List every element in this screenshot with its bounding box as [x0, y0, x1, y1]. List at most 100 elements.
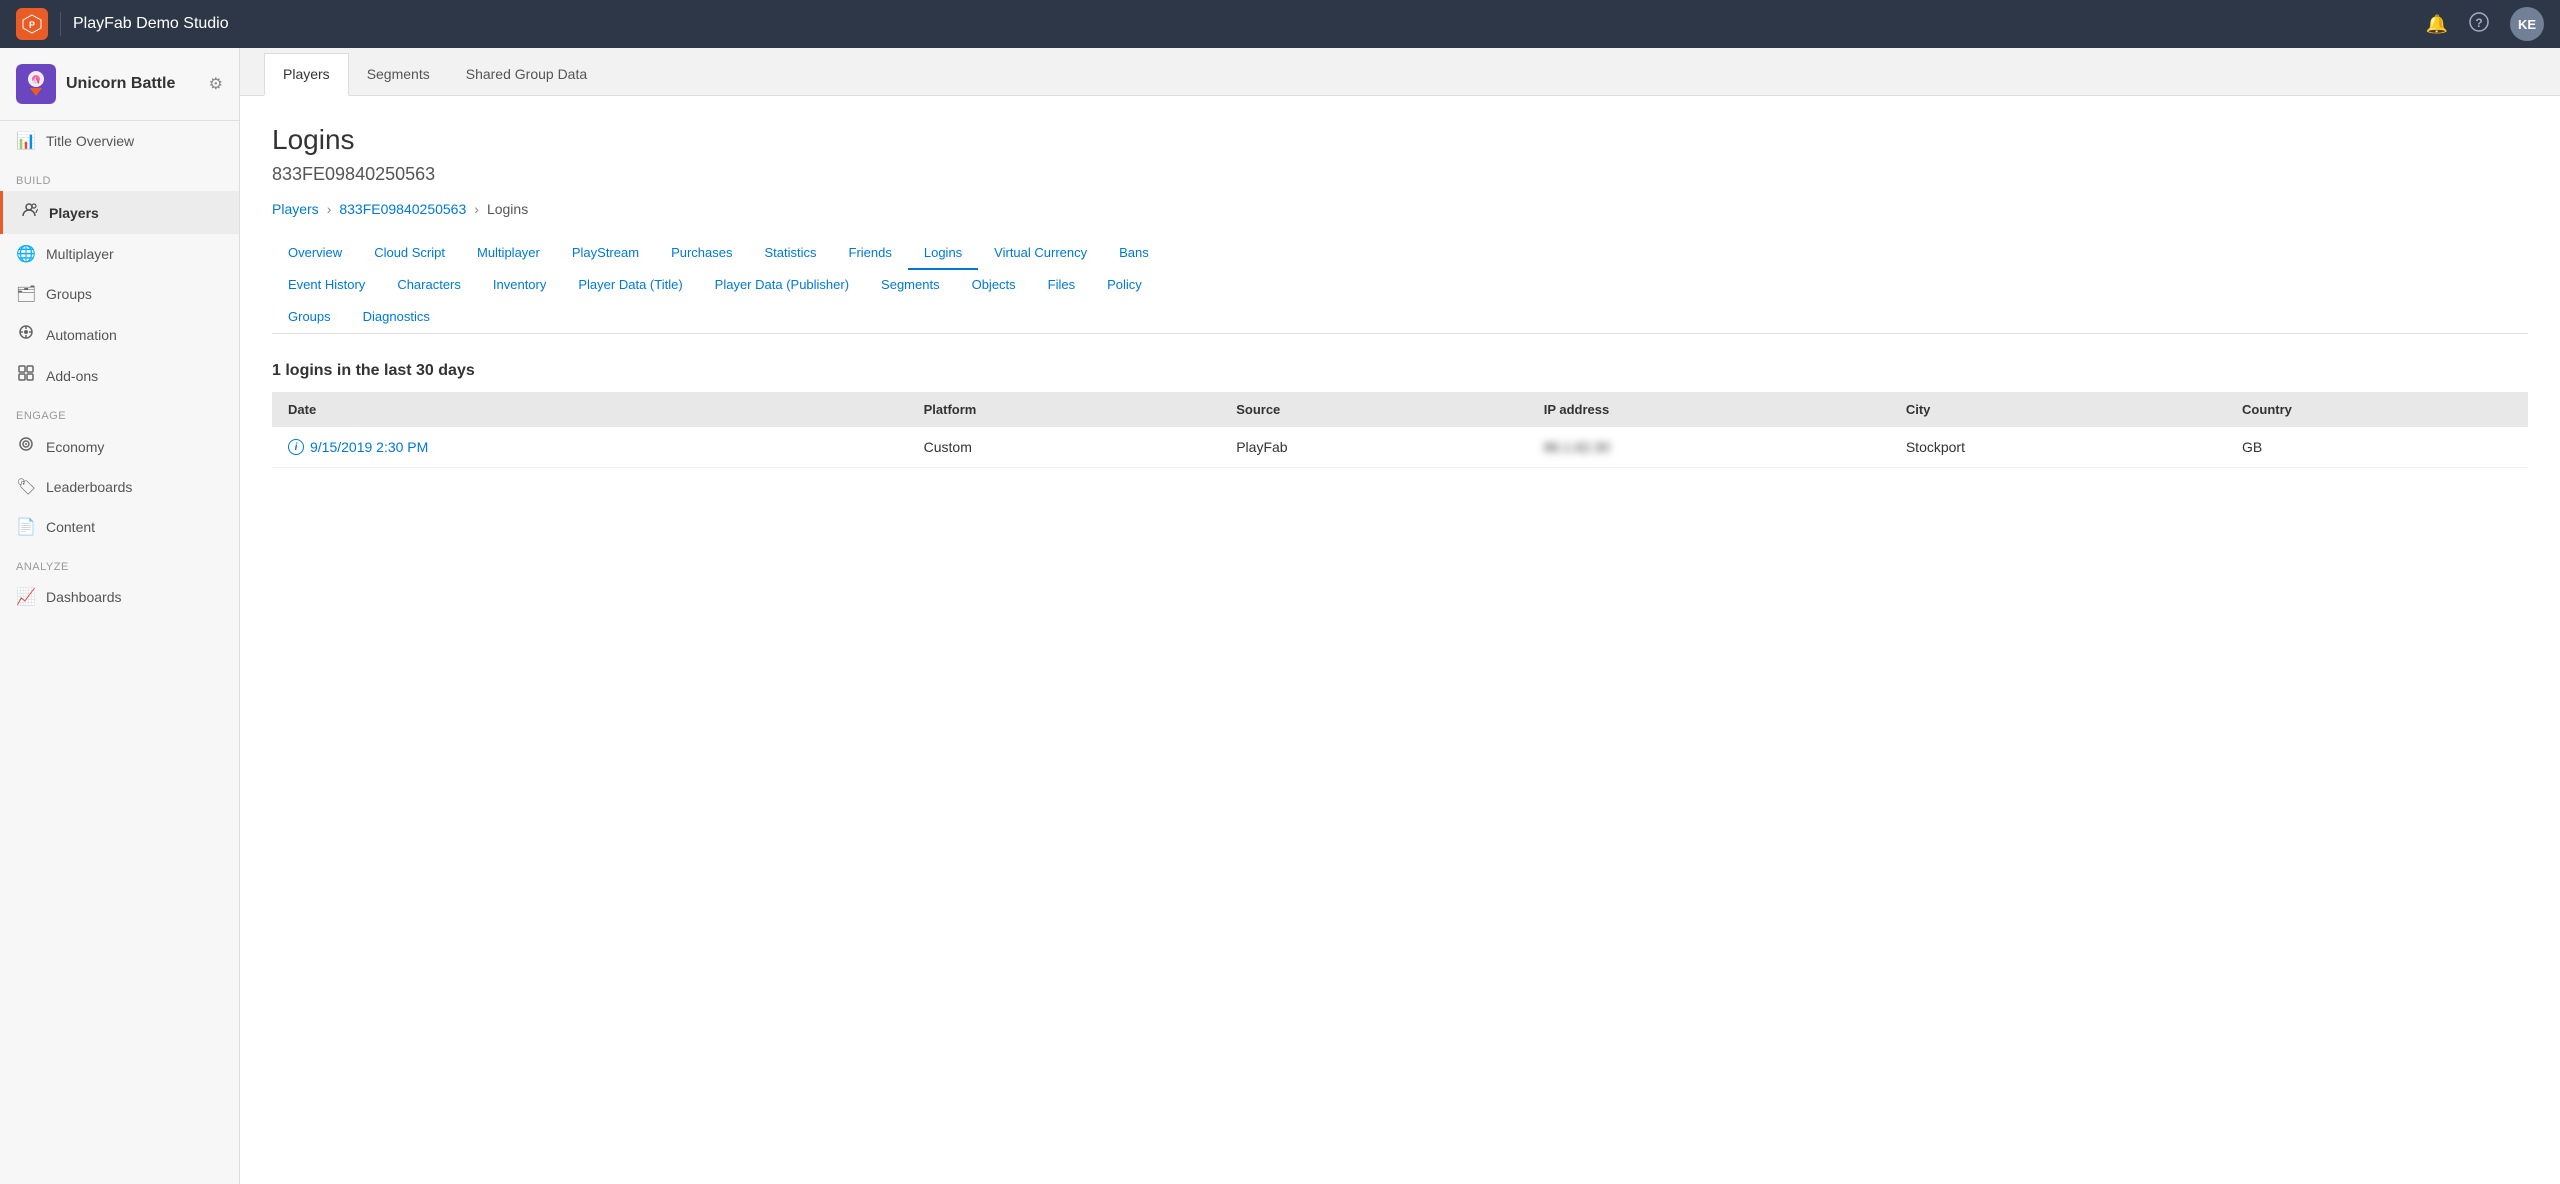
- main-content: Players Segments Shared Group Data Login…: [240, 48, 2560, 1184]
- sidebar-item-economy[interactable]: Economy: [0, 426, 239, 467]
- game-title: Unicorn Battle: [66, 75, 175, 93]
- breadcrumb-players[interactable]: Players: [272, 201, 319, 217]
- breadcrumb-current: Logins: [487, 201, 528, 217]
- ip-address: 86.1.62.30: [1544, 439, 1610, 455]
- help-icon[interactable]: ?: [2468, 11, 2490, 38]
- sidebar-item-dashboards[interactable]: 📈 Dashboards: [0, 577, 239, 617]
- automation-icon: [16, 324, 36, 345]
- col-ip: IP address: [1528, 392, 1890, 427]
- main-tabs-bar: Players Segments Shared Group Data: [240, 48, 2560, 96]
- sub-nav-characters[interactable]: Characters: [381, 269, 477, 302]
- cell-source: PlayFab: [1220, 427, 1528, 468]
- sidebar-item-players[interactable]: Players: [0, 191, 239, 234]
- sub-nav-event-history[interactable]: Event History: [272, 269, 381, 302]
- sub-nav-statistics[interactable]: Statistics: [748, 237, 832, 270]
- sub-nav-bans[interactable]: Bans: [1103, 237, 1165, 270]
- logins-table: Date Platform Source IP address City Cou…: [272, 392, 2528, 468]
- date-link[interactable]: i 9/15/2019 2:30 PM: [288, 439, 892, 455]
- logins-section: 1 logins in the last 30 days Date Platfo…: [272, 362, 2528, 468]
- sub-nav-purchases[interactable]: Purchases: [655, 237, 748, 270]
- col-country: Country: [2226, 392, 2528, 427]
- tab-shared-group-data[interactable]: Shared Group Data: [448, 54, 605, 96]
- sidebar-item-addons[interactable]: Add-ons: [0, 355, 239, 396]
- economy-icon: [16, 436, 36, 457]
- game-icon: 🦄: [16, 64, 56, 104]
- sidebar-item-content[interactable]: 📄 Content: [0, 507, 239, 547]
- section-analyze: ANALYZE: [0, 547, 239, 577]
- info-icon: i: [288, 439, 304, 455]
- leaderboards-icon: 🏷: [16, 477, 36, 497]
- players-icon: [19, 201, 39, 224]
- user-avatar[interactable]: KE: [2510, 7, 2544, 41]
- sub-nav-row-3: Groups Diagnostics: [272, 301, 2528, 333]
- sidebar: 🦄 Unicorn Battle ⚙ 📊 Title Overview BUIL…: [0, 48, 240, 1184]
- settings-icon[interactable]: ⚙: [209, 74, 223, 94]
- sidebar-item-automation[interactable]: Automation: [0, 314, 239, 355]
- section-build: BUILD: [0, 161, 239, 191]
- sub-nav-row-1: Overview Cloud Script Multiplayer PlaySt…: [272, 237, 2528, 269]
- sub-nav-diagnostics[interactable]: Diagnostics: [347, 301, 446, 334]
- sub-nav-policy[interactable]: Policy: [1091, 269, 1158, 302]
- sub-nav-files[interactable]: Files: [1032, 269, 1091, 302]
- logins-summary: 1 logins in the last 30 days: [272, 362, 2528, 380]
- col-date: Date: [272, 392, 908, 427]
- sidebar-brand: 🦄 Unicorn Battle ⚙: [0, 48, 239, 121]
- sub-nav: Overview Cloud Script Multiplayer PlaySt…: [272, 237, 2528, 334]
- tab-segments[interactable]: Segments: [349, 54, 448, 96]
- sidebar-item-title-overview[interactable]: 📊 Title Overview: [0, 121, 239, 161]
- sub-nav-playstream[interactable]: PlayStream: [556, 237, 655, 270]
- cell-country: GB: [2226, 427, 2528, 468]
- sub-nav-overview[interactable]: Overview: [272, 237, 358, 270]
- nav-divider: [60, 12, 61, 36]
- svg-text:🦄: 🦄: [32, 76, 41, 85]
- content-area: Logins 833FE09840250563 Players › 833FE0…: [240, 96, 2560, 496]
- groups-icon: 🗂: [16, 284, 36, 304]
- addons-icon: [16, 365, 36, 386]
- playfab-logo[interactable]: P: [16, 8, 48, 40]
- sub-nav-segments[interactable]: Segments: [865, 269, 956, 302]
- table-row: i 9/15/2019 2:30 PM Custom PlayFab 86.1.…: [272, 427, 2528, 468]
- sub-nav-inventory[interactable]: Inventory: [477, 269, 562, 302]
- col-city: City: [1890, 392, 2226, 427]
- sub-nav-row-2: Event History Characters Inventory Playe…: [272, 269, 2528, 301]
- top-nav: P PlayFab Demo Studio 🔔 ? KE: [0, 0, 2560, 48]
- studio-name: PlayFab Demo Studio: [73, 15, 229, 33]
- sub-nav-objects[interactable]: Objects: [956, 269, 1032, 302]
- sub-nav-cloud-script[interactable]: Cloud Script: [358, 237, 461, 270]
- sub-nav-multiplayer[interactable]: Multiplayer: [461, 237, 556, 270]
- col-platform: Platform: [908, 392, 1221, 427]
- table-header-row: Date Platform Source IP address City Cou…: [272, 392, 2528, 427]
- globe-icon: 🌐: [16, 244, 36, 264]
- section-engage: ENGAGE: [0, 396, 239, 426]
- svg-text:?: ?: [2475, 16, 2482, 30]
- page-title: Logins: [272, 124, 2528, 156]
- breadcrumb-player-id[interactable]: 833FE09840250563: [339, 201, 466, 217]
- player-id: 833FE09840250563: [272, 164, 2528, 185]
- col-source: Source: [1220, 392, 1528, 427]
- sub-nav-friends[interactable]: Friends: [833, 237, 908, 270]
- cell-date: i 9/15/2019 2:30 PM: [272, 427, 908, 468]
- main-layout: 🦄 Unicorn Battle ⚙ 📊 Title Overview BUIL…: [0, 48, 2560, 1184]
- sidebar-item-leaderboards[interactable]: 🏷 Leaderboards: [0, 467, 239, 507]
- breadcrumb: Players › 833FE09840250563 › Logins: [272, 201, 2528, 217]
- sub-nav-groups[interactable]: Groups: [272, 301, 347, 334]
- notification-icon[interactable]: 🔔: [2426, 14, 2448, 35]
- top-nav-right: 🔔 ? KE: [2426, 7, 2544, 41]
- sidebar-item-multiplayer[interactable]: 🌐 Multiplayer: [0, 234, 239, 274]
- breadcrumb-sep-1: ›: [327, 201, 332, 217]
- cell-platform: Custom: [908, 427, 1221, 468]
- cell-city: Stockport: [1890, 427, 2226, 468]
- cell-ip: 86.1.62.30: [1528, 427, 1890, 468]
- tab-players[interactable]: Players: [264, 53, 349, 96]
- dashboards-icon: 📈: [16, 587, 36, 607]
- sidebar-item-groups[interactable]: 🗂 Groups: [0, 274, 239, 314]
- sub-nav-logins[interactable]: Logins: [908, 237, 978, 270]
- sub-nav-player-data-title[interactable]: Player Data (Title): [562, 269, 698, 302]
- breadcrumb-sep-2: ›: [474, 201, 479, 217]
- chart-icon: 📊: [16, 131, 36, 151]
- content-icon: 📄: [16, 517, 36, 537]
- svg-text:P: P: [29, 20, 35, 30]
- top-nav-left: P PlayFab Demo Studio: [16, 8, 229, 40]
- sub-nav-player-data-publisher[interactable]: Player Data (Publisher): [699, 269, 865, 302]
- sub-nav-virtual-currency[interactable]: Virtual Currency: [978, 237, 1103, 270]
